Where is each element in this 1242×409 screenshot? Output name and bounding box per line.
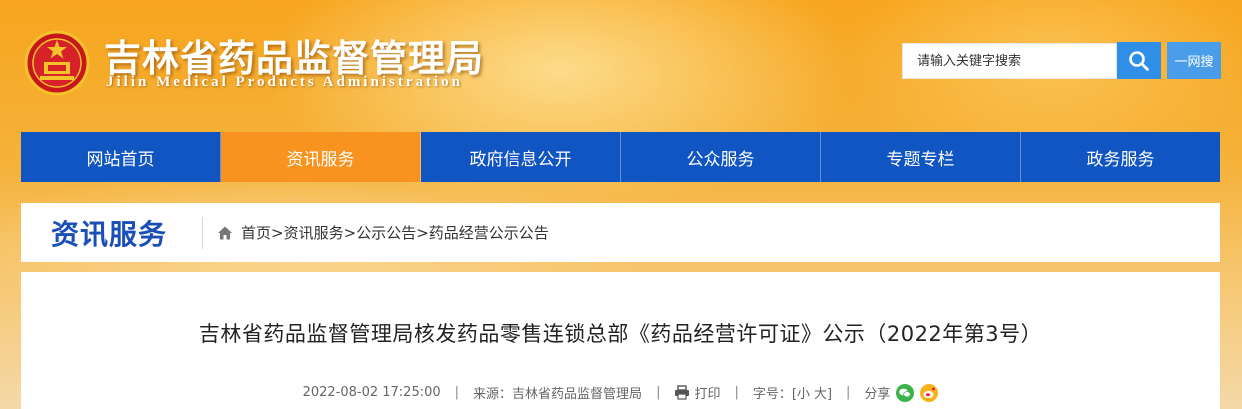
nav-item-gov-info[interactable]: 政府信息公开 [421, 132, 621, 182]
meta-separator: | [454, 385, 460, 400]
font-size-label: 字号： [752, 387, 792, 402]
nav-item-special-topics[interactable]: 专题专栏 [821, 132, 1021, 182]
source-value: 吉林省药品监督管理局 [512, 387, 643, 402]
nav-item-gov-services[interactable]: 政务服务 [1021, 132, 1220, 182]
main-nav: 网站首页 资讯服务 政府信息公开 公众服务 专题专栏 政务服务 [21, 132, 1220, 182]
article-meta: 2022-08-02 17:25:00 | 来源： 吉林省药品监督管理局 | 打… [21, 383, 1220, 402]
wechat-icon[interactable] [896, 383, 915, 402]
section-header: 资讯服务 首页>资讯服务>公示公告>药品经营公示公告 [21, 203, 1220, 262]
breadcrumb-separator: > [416, 224, 429, 242]
site-title-english: Jilin Medical Products Administration [106, 74, 463, 90]
font-size-small-button[interactable]: [小 [792, 383, 810, 402]
meta-separator: | [656, 385, 661, 400]
breadcrumb: 首页>资讯服务>公示公告>药品经营公示公告 [241, 222, 549, 243]
nav-item-public-services[interactable]: 公众服务 [621, 132, 821, 182]
meta-separator: | [846, 385, 851, 400]
section-title: 资讯服务 [51, 217, 168, 251]
home-icon [218, 226, 232, 239]
breadcrumb-drug-business-announcements[interactable]: 药品经营公示公告 [429, 224, 549, 242]
print-button[interactable]: 打印 [694, 383, 720, 402]
breadcrumb-announcements[interactable]: 公示公告 [356, 224, 416, 242]
source-label: 来源： [473, 387, 513, 402]
nav-item-home[interactable]: 网站首页 [21, 132, 221, 182]
divider [202, 216, 203, 249]
search-box [902, 43, 1117, 79]
search-button[interactable] [1117, 42, 1161, 79]
nav-item-news-services[interactable]: 资讯服务 [221, 132, 421, 182]
article-title: 吉林省药品监督管理局核发药品零售连锁总部《药品经营许可证》公示（2022年第3号… [198, 322, 1043, 346]
print-icon[interactable] [674, 385, 690, 400]
meta-separator: | [734, 385, 739, 400]
search-input[interactable] [903, 44, 1116, 78]
breadcrumb-news-services[interactable]: 资讯服务 [284, 224, 344, 242]
weibo-icon[interactable] [920, 383, 939, 402]
article-panel: 吉林省药品监督管理局核发药品零售连锁总部《药品经营许可证》公示（2022年第3号… [21, 272, 1220, 409]
breadcrumb-home[interactable]: 首页 [241, 224, 271, 242]
national-emblem-icon [24, 30, 90, 96]
breadcrumb-separator: > [271, 224, 284, 242]
search-icon [1129, 50, 1149, 71]
publish-date: 2022-08-02 17:25:00 [302, 385, 441, 400]
site-search-button[interactable]: 一网搜 [1167, 42, 1221, 79]
share-label: 分享 [864, 387, 891, 402]
breadcrumb-separator: > [343, 224, 357, 242]
font-size-large-button[interactable]: 大] [814, 383, 832, 402]
